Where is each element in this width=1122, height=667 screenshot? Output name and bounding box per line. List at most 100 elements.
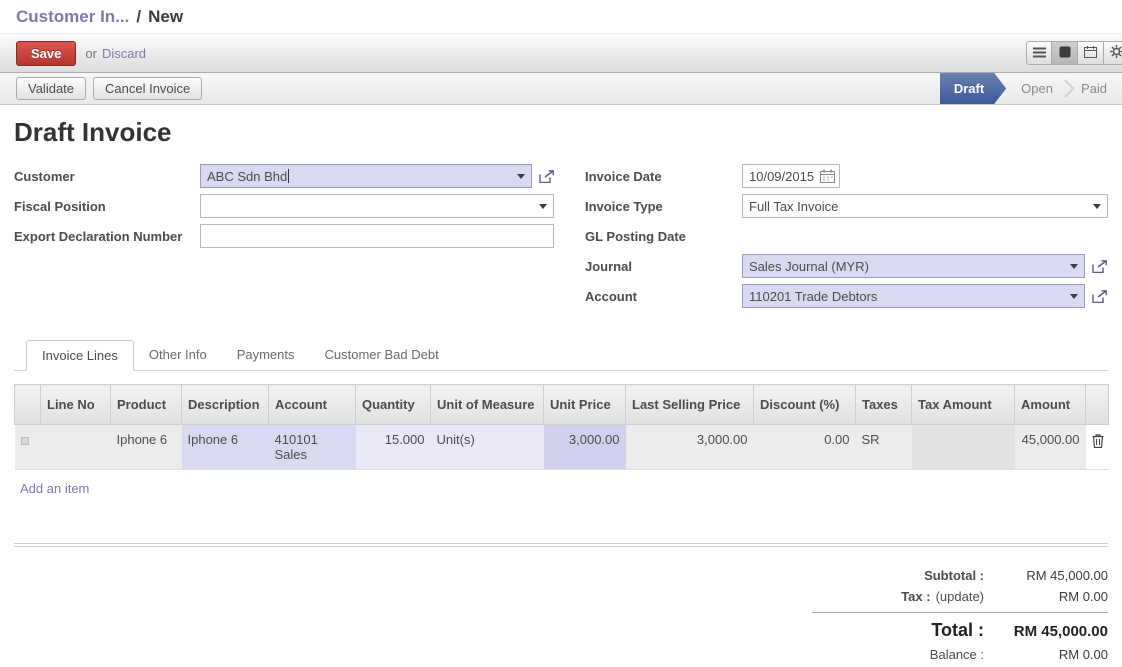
discard-link[interactable]: Discard [102, 46, 146, 61]
notebook-tabs: Invoice Lines Other Info Payments Custom… [14, 340, 1108, 371]
subtotal-value: RM 45,000.00 [984, 568, 1108, 583]
form-view-button[interactable] [1052, 41, 1078, 65]
cancel-invoice-button[interactable]: Cancel Invoice [93, 77, 202, 100]
fiscal-position-field[interactable] [200, 194, 554, 218]
subtotal-label: Subtotal : [924, 568, 984, 583]
column-header-unit-price[interactable]: Unit Price [544, 385, 626, 425]
column-header-discount[interactable]: Discount (%) [754, 385, 856, 425]
gear-view-button[interactable] [1104, 41, 1122, 65]
account-external-link-icon[interactable] [1092, 290, 1108, 303]
dropdown-caret-icon [539, 204, 547, 209]
cell-product[interactable]: Iphone 6 [111, 425, 182, 470]
add-an-item-link[interactable]: Add an item [20, 481, 89, 496]
action-bar: Validate Cancel Invoice Draft Open Paid [0, 73, 1122, 105]
breadcrumb-current: New [148, 7, 183, 27]
dropdown-caret-icon [517, 174, 525, 179]
invoice-type-label: Invoice Type [585, 199, 742, 214]
tax-update-link[interactable]: (update) [936, 589, 984, 604]
customer-field[interactable]: ABC Sdn Bhd [200, 164, 532, 188]
cell-line-no[interactable] [41, 425, 111, 470]
balance-value: RM 0.00 [984, 647, 1108, 662]
form-area: Customer ABC Sdn Bhd Fiscal Position [14, 164, 1108, 314]
account-field[interactable]: 110201 Trade Debtors [742, 284, 1085, 308]
page-title: Draft Invoice [14, 117, 1108, 148]
section-divider [14, 543, 1108, 547]
tax-label: Tax : [901, 589, 930, 604]
table-header-row: Line No Product Description Account Quan… [15, 385, 1109, 425]
total-value: RM 45,000.00 [984, 623, 1108, 640]
column-header-tax-amount[interactable]: Tax Amount [912, 385, 1015, 425]
drag-handle-icon[interactable] [21, 437, 29, 445]
trash-icon[interactable] [1092, 436, 1104, 451]
invoice-date-value: 10/09/2015 [749, 169, 814, 184]
cell-discount[interactable]: 0.00 [754, 425, 856, 470]
cell-taxes[interactable]: SR [856, 425, 912, 470]
customer-value: ABC Sdn Bhd [207, 169, 287, 184]
column-header-description[interactable]: Description [182, 385, 269, 425]
table-row: Iphone 6 Iphone 6 410101 Sales 15.000 Un… [15, 425, 1109, 470]
cell-tax-amount [912, 425, 1015, 470]
customer-external-link-icon[interactable] [539, 170, 555, 183]
journal-external-link-icon[interactable] [1092, 260, 1108, 273]
column-header-product[interactable]: Product [111, 385, 182, 425]
save-button[interactable]: Save [16, 41, 76, 66]
column-header-account[interactable]: Account [269, 385, 356, 425]
cell-uom[interactable]: Unit(s) [431, 425, 544, 470]
delete-column-header [1086, 385, 1109, 425]
save-toolbar: Save or Discard [0, 33, 1122, 73]
journal-field[interactable]: Sales Journal (MYR) [742, 254, 1085, 278]
cell-last-selling-price[interactable]: 3,000.00 [626, 425, 754, 470]
tab-invoice-lines[interactable]: Invoice Lines [26, 340, 134, 371]
invoice-date-field[interactable]: 10/09/2015 [742, 164, 840, 188]
export-declaration-label: Export Declaration Number [14, 229, 200, 244]
tax-value: RM 0.00 [984, 589, 1108, 604]
breadcrumb-parent-link[interactable]: Customer In... [16, 7, 129, 27]
gear-icon [1110, 45, 1122, 61]
form-right-column: Invoice Date 10/09/2015 Invoice Type Ful… [585, 164, 1108, 314]
cell-description[interactable]: Iphone 6 [182, 425, 269, 470]
column-header-amount[interactable]: Amount [1015, 385, 1086, 425]
breadcrumb-separator: / [136, 7, 141, 27]
or-text: or [85, 46, 97, 61]
invoice-type-value: Full Tax Invoice [749, 199, 838, 214]
view-switcher [1026, 41, 1122, 65]
invoice-date-label: Invoice Date [585, 169, 742, 184]
breadcrumb: Customer In... / New [0, 0, 1122, 33]
tab-other-info[interactable]: Other Info [134, 340, 222, 371]
total-label: Total : [931, 620, 984, 641]
account-value: 110201 Trade Debtors [749, 289, 877, 304]
form-view-icon [1059, 46, 1071, 61]
validate-button[interactable]: Validate [16, 77, 86, 100]
cell-quantity[interactable]: 15.000 [356, 425, 431, 470]
invoice-type-select[interactable]: Full Tax Invoice [742, 194, 1108, 218]
calendar-icon[interactable] [820, 169, 835, 186]
row-handle-cell [15, 425, 41, 470]
calendar-view-button[interactable] [1078, 41, 1104, 65]
dropdown-caret-icon [1070, 264, 1078, 269]
form-left-column: Customer ABC Sdn Bhd Fiscal Position [14, 164, 585, 314]
customer-label: Customer [14, 169, 200, 184]
cell-amount: 45,000.00 [1015, 425, 1086, 470]
invoice-sheet: Draft Invoice Customer ABC Sdn Bhd Fisca… [0, 117, 1122, 665]
column-header-taxes[interactable]: Taxes [856, 385, 912, 425]
tab-customer-bad-debt[interactable]: Customer Bad Debt [310, 340, 454, 371]
list-view-button[interactable] [1026, 41, 1052, 65]
totals-divider [812, 612, 1108, 613]
dropdown-caret-icon [1093, 204, 1101, 209]
cell-unit-price[interactable]: 3,000.00 [544, 425, 626, 470]
column-header-line-no[interactable]: Line No [41, 385, 111, 425]
cell-account[interactable]: 410101 Sales [269, 425, 356, 470]
calendar-view-icon [1084, 46, 1097, 61]
journal-value: Sales Journal (MYR) [749, 259, 869, 274]
status-bar: Draft Open Paid [940, 73, 1122, 104]
balance-label: Balance : [930, 647, 984, 662]
tab-payments[interactable]: Payments [222, 340, 310, 371]
status-draft[interactable]: Draft [940, 73, 1006, 104]
journal-label: Journal [585, 259, 742, 274]
invoice-lines-table: Line No Product Description Account Quan… [14, 384, 1109, 470]
column-header-quantity[interactable]: Quantity [356, 385, 431, 425]
totals-block: Subtotal : RM 45,000.00 Tax : (update) R… [812, 565, 1108, 665]
column-header-uom[interactable]: Unit of Measure [431, 385, 544, 425]
column-header-last-selling-price[interactable]: Last Selling Price [626, 385, 754, 425]
export-declaration-input[interactable] [200, 224, 554, 248]
